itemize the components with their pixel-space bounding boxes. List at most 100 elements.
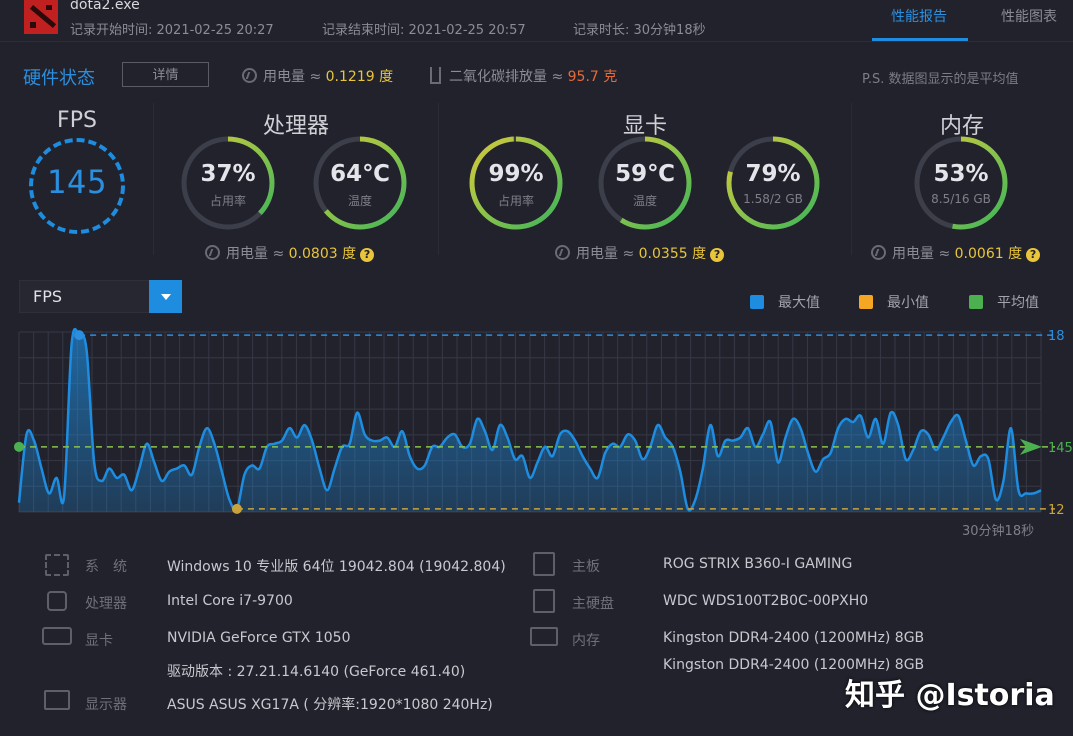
fps-value: 145: [46, 163, 108, 201]
power-icon: [205, 245, 220, 260]
tab-performance-report[interactable]: 性能报告: [891, 6, 947, 26]
active-tab-indicator: [872, 38, 968, 41]
info-label-monitor: 显示器: [85, 697, 127, 713]
cpu-temp-gauge: 64℃ 温度: [312, 135, 408, 231]
fps-gauge: 145: [26, 135, 128, 237]
gpu-usage-gauge: 99% 占用率: [468, 135, 564, 231]
avg-label: 145: [1048, 441, 1073, 456]
cpu-temp-label: 温度: [347, 194, 372, 208]
disk-icon: [533, 589, 555, 613]
monitor-icon: [44, 690, 70, 710]
gpu-power-label: 用电量 ≈: [576, 246, 635, 262]
info-label-gpu: 显卡: [85, 633, 113, 649]
cpu-usage-label: 占用率: [209, 194, 246, 208]
info-label-cpu: 处理器: [85, 596, 127, 612]
info-label-motherboard: 主板: [572, 559, 600, 575]
info-value-system: Windows 10 专业版 64位 19042.804 (19042.804): [167, 559, 506, 575]
app-name: dota2.exe: [70, 0, 140, 13]
cpu-usage-gauge: 37% 占用率: [180, 135, 276, 231]
gpu-memory-label: 1.58/2 GB: [743, 192, 803, 206]
legend-min-label: 最小值: [887, 295, 929, 311]
info-value-ram-1: Kingston DDR4-2400 (1200MHz) 8GB: [663, 630, 925, 646]
gpu-temp-value: 59℃: [615, 161, 675, 187]
min-label: 12: [1048, 503, 1065, 518]
info-value-gpu: NVIDIA GeForce GTX 1050: [167, 630, 351, 646]
hardware-status-title: 硬件状态: [23, 68, 95, 89]
watermark: 知乎 @Istoria: [845, 678, 1055, 713]
chart-duration-label: 30分钟18秒: [962, 524, 1035, 539]
total-power-value: 0.1219 度: [325, 69, 394, 85]
cpu-power: 用电量 ≈ 0.0803 度?: [205, 243, 375, 263]
co2-bottle-icon: [430, 67, 441, 84]
avg-start-point: [14, 441, 24, 452]
panel-divider: [153, 103, 154, 255]
gpu-power-value: 0.0355 度: [638, 246, 707, 262]
legend-min: 最小值: [859, 292, 929, 312]
memory-usage-value: 53%: [933, 161, 989, 187]
metric-select-value: FPS: [33, 287, 63, 306]
windows-icon: [45, 554, 69, 576]
motherboard-icon: [533, 552, 555, 576]
cpu-power-label: 用电量 ≈: [226, 246, 285, 262]
record-start-time: 记录开始时间: 2021-02-25 20:27: [70, 23, 274, 38]
info-value-gpu-driver: 驱动版本 : 27.21.14.6140 (GeForce 461.40): [167, 664, 466, 680]
cpu-temp-value: 64℃: [330, 161, 390, 187]
record-duration: 记录时长: 30分钟18秒: [573, 23, 706, 38]
gpu-usage-label: 占用率: [497, 194, 534, 208]
tab-performance-charts[interactable]: 性能图表: [1001, 6, 1057, 26]
gpu-usage-value: 99%: [488, 161, 544, 187]
co2-stat: 二氧化碳排放量 ≈ 95.7 克: [430, 66, 617, 86]
cpu-icon: [47, 591, 67, 611]
gpu-temp-gauge: 59℃ 温度: [597, 135, 693, 231]
total-power-label: 用电量 ≈: [263, 69, 322, 85]
app-header: dota2.exe 记录开始时间: 2021-02-25 20:27 记录结束时…: [0, 0, 1073, 42]
info-label-ram: 内存: [572, 633, 600, 649]
legend-avg: 平均值: [969, 292, 1039, 312]
power-icon: [242, 68, 257, 83]
total-power-stat: 用电量 ≈ 0.1219 度: [242, 66, 393, 86]
help-icon[interactable]: ?: [360, 248, 375, 262]
min-point: [231, 503, 242, 514]
info-label-disk: 主硬盘: [572, 596, 614, 612]
legend-max-swatch: [750, 295, 764, 309]
memory-usage-gauge: 53% 8.5/16 GB: [913, 135, 1009, 231]
legend-max: 最大值: [750, 292, 820, 312]
help-icon[interactable]: ?: [710, 248, 725, 262]
info-value-motherboard: ROG STRIX B360-I GAMING: [663, 556, 853, 572]
info-label-system: 系 统: [85, 559, 127, 575]
gpu-temp-label: 温度: [632, 194, 657, 208]
max-point: [74, 330, 85, 341]
gpu-memory-gauge: 79% 1.58/2 GB: [725, 135, 821, 231]
gpu-memory-value: 79%: [745, 161, 801, 187]
memory-power-label: 用电量 ≈: [892, 246, 951, 262]
ram-icon: [530, 627, 558, 646]
info-value-disk: WDC WDS100T2B0C-00PXH0: [663, 593, 869, 609]
memory-usage-label: 8.5/16 GB: [931, 192, 991, 206]
legend-max-label: 最大值: [778, 295, 820, 311]
cpu-power-value: 0.0803 度: [288, 246, 357, 262]
chevron-down-icon[interactable]: [149, 280, 182, 313]
info-value-monitor: ASUS ASUS XG17A ( 分辨率:1920*1080 240Hz): [167, 697, 493, 713]
help-icon[interactable]: ?: [1026, 248, 1041, 262]
legend-avg-label: 平均值: [997, 295, 1039, 311]
record-end-time: 记录结束时间: 2021-02-25 20:57: [322, 23, 526, 38]
gpu-power: 用电量 ≈ 0.0355 度?: [555, 243, 725, 263]
dota2-app-icon: [24, 0, 58, 34]
legend-avg-swatch: [969, 295, 983, 309]
power-icon: [871, 245, 886, 260]
panel-divider: [438, 103, 439, 255]
memory-power-value: 0.0061 度: [954, 246, 1023, 262]
cpu-usage-value: 37%: [200, 161, 256, 187]
fps-title: FPS: [57, 108, 97, 133]
details-button[interactable]: 详情: [122, 62, 209, 87]
metric-select[interactable]: FPS: [19, 280, 182, 313]
fps-chart: 18 145 12: [14, 328, 1073, 518]
co2-label: 二氧化碳排放量 ≈: [449, 69, 564, 85]
chart-note: P.S. 数据图显示的是平均值: [862, 72, 1019, 87]
power-icon: [555, 245, 570, 260]
max-label: 18: [1048, 329, 1065, 344]
legend-min-swatch: [859, 295, 873, 309]
panel-divider: [851, 103, 852, 255]
gpu-icon: [42, 627, 72, 645]
info-value-cpu: Intel Core i7-9700: [167, 593, 293, 609]
